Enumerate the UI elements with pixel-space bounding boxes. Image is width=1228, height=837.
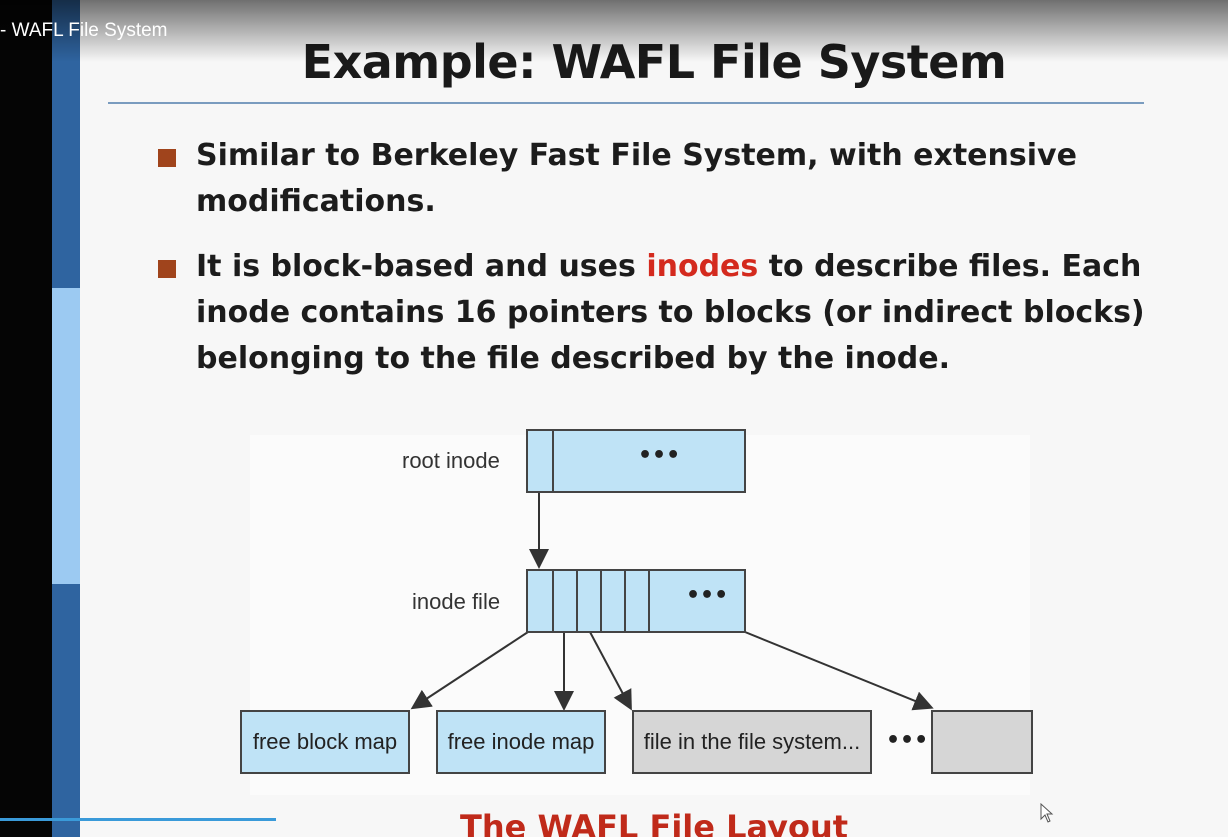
- last-data-block: [931, 710, 1033, 774]
- inode-cell: [578, 571, 602, 631]
- slide-accent-highlight: [52, 288, 80, 584]
- inode-cell: [554, 571, 578, 631]
- file-in-file-system-label: file in the file system...: [643, 729, 861, 754]
- leaf-ellipsis: •••: [886, 728, 929, 753]
- free-block-map-label: free block map: [252, 729, 398, 754]
- bullet-1-text: Similar to Berkeley Fast File System, wi…: [196, 138, 1077, 219]
- bullet-1: Similar to Berkeley Fast File System, wi…: [158, 133, 1158, 225]
- figure-caption: The WAFL File Layout: [459, 808, 849, 837]
- slide: Example: WAFL File System Similar to Ber…: [80, 0, 1228, 837]
- inodes-highlight: inodes: [646, 249, 759, 284]
- arrow-to-free-block-map: [410, 631, 529, 710]
- left-black-bar: [0, 0, 52, 837]
- video-title[interactable]: - WAFL File System: [0, 20, 168, 42]
- mouse-pointer-icon: [1040, 803, 1054, 823]
- inode-file-ellipsis: •••: [686, 583, 729, 608]
- root-inode-block: •••: [526, 429, 746, 493]
- root-inode-label: root inode: [402, 448, 500, 473]
- title-divider: [108, 102, 1144, 104]
- inode-file-label: inode file: [412, 589, 501, 614]
- last-data-block-label: [933, 712, 1031, 772]
- root-inode-ellipsis: •••: [638, 443, 681, 468]
- inode-cell: [626, 571, 650, 631]
- inode-cell: [528, 571, 554, 631]
- free-inode-map: free inode map: [436, 710, 606, 774]
- bullet-2-before: It is block-based and uses: [196, 249, 647, 284]
- inode-file-block: •••: [526, 569, 746, 633]
- bullet-2-text: It is block-based and uses inodes to des…: [196, 244, 1158, 382]
- arrow-to-file: [589, 631, 632, 711]
- wafl-layout-diagram: root inode ••• inode file ••• free block…: [240, 429, 1033, 795]
- free-block-map: free block map: [240, 710, 410, 774]
- slide-title: Example: WAFL File System: [301, 35, 1007, 89]
- bullet-2: It is block-based and uses inodes to des…: [158, 244, 1158, 382]
- inode-cell: [602, 571, 626, 631]
- video-progress-bar[interactable]: [0, 818, 276, 821]
- free-inode-map-label: free inode map: [447, 729, 595, 754]
- file-in-file-system: file in the file system...: [632, 710, 872, 774]
- root-inode-cell: [528, 431, 554, 491]
- bullet-square-icon: [158, 260, 176, 278]
- arrow-to-last-block: [744, 631, 934, 711]
- bullet-square-icon: [158, 149, 176, 167]
